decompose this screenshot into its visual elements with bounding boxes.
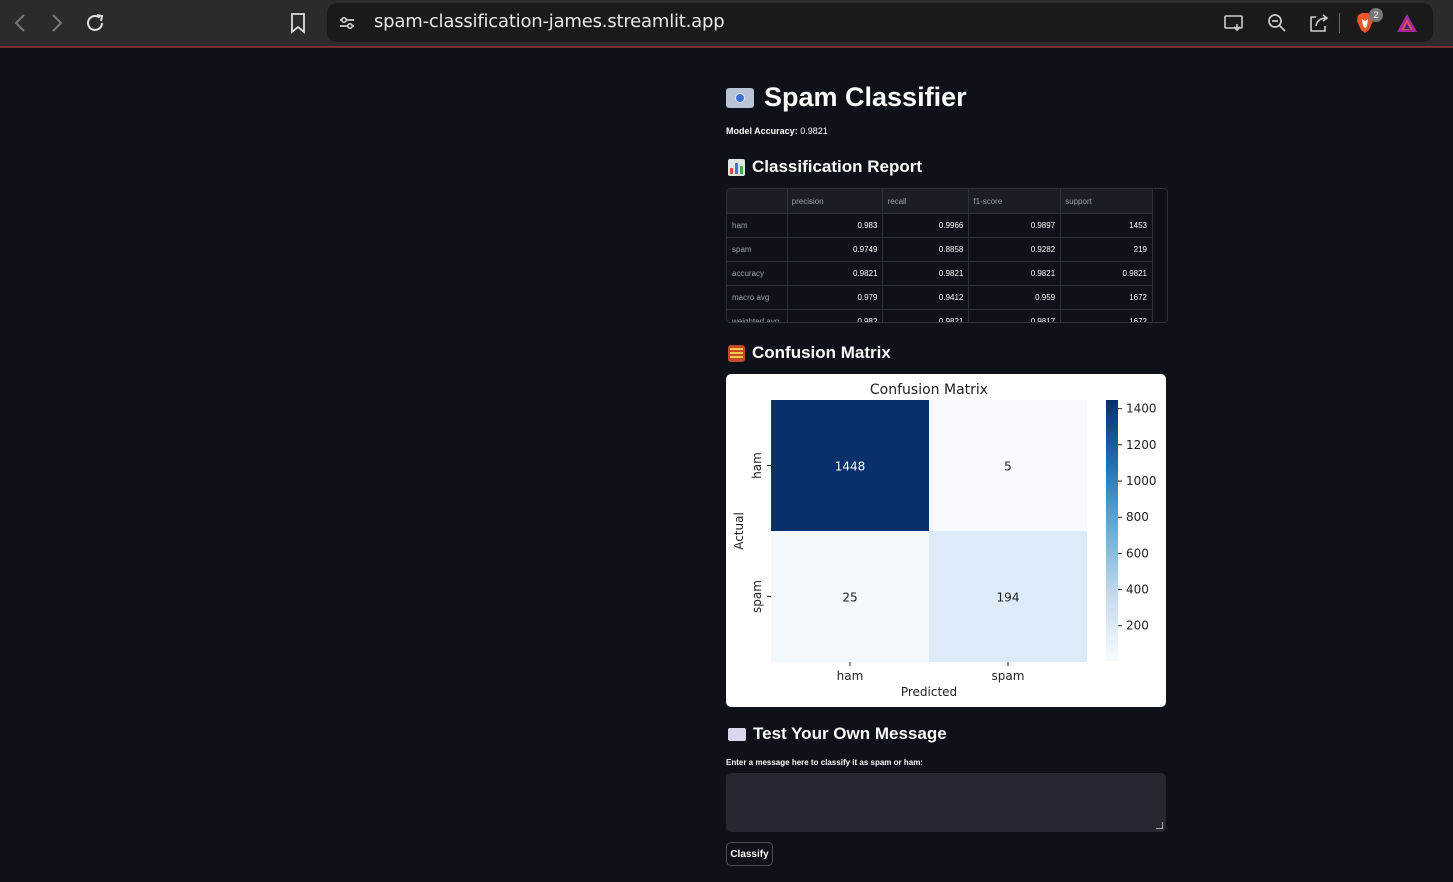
cell-value-label: 25 <box>842 591 857 605</box>
colorbar-tick-label: 1200 <box>1126 438 1157 452</box>
column-header-index[interactable] <box>727 189 788 214</box>
colorbar-tick-label: 1000 <box>1126 474 1157 488</box>
cell-value-label: 194 <box>997 591 1020 605</box>
extension-count-badge: 2 <box>1369 8 1383 22</box>
back-icon[interactable] <box>6 9 34 37</box>
table-cell[interactable]: 0.982 <box>787 309 884 322</box>
brave-rewards-icon[interactable] <box>1393 9 1421 37</box>
table-row: spam 0.9749 0.8858 0.9282 219 <box>727 237 1153 262</box>
share-icon[interactable] <box>1305 9 1333 37</box>
table-cell[interactable]: 1672 <box>1060 309 1153 322</box>
abacus-icon <box>728 344 745 362</box>
colorbar-tick-label: 800 <box>1126 510 1149 524</box>
table-cell[interactable]: 1672 <box>1060 285 1153 310</box>
table-row: weighted avg 0.982 0.9821 0.9817 1672 <box>727 309 1153 322</box>
confusion-matrix-chart: Confusion Matrix 1448 5 25 194 200 400 600 800… <box>726 374 1166 707</box>
zoom-out-icon[interactable] <box>1263 9 1291 37</box>
resize-handle[interactable] <box>1156 822 1163 829</box>
cast-icon[interactable] <box>1220 9 1248 37</box>
accuracy-label: Model Accuracy: <box>726 126 798 136</box>
message-textarea[interactable] <box>726 773 1166 832</box>
accuracy-value: 0.9821 <box>800 126 828 136</box>
envelope-icon <box>728 727 746 741</box>
toolbar-divider <box>1339 13 1340 33</box>
column-header-support[interactable]: support <box>1060 189 1153 214</box>
table-cell[interactable]: 0.983 <box>787 213 884 238</box>
confusion-matrix-heading: Confusion Matrix <box>728 343 891 363</box>
cell-value-label: 5 <box>1004 460 1012 474</box>
row-label[interactable]: weighted avg <box>727 309 788 322</box>
row-label[interactable]: macro avg <box>727 285 788 310</box>
reload-icon[interactable] <box>81 9 109 37</box>
model-accuracy: Model Accuracy: 0.9821 <box>726 126 828 136</box>
table-cell[interactable]: 0.979 <box>787 285 884 310</box>
url-text[interactable]: spam-classification-james.streamlit.app <box>374 11 725 32</box>
table-cell[interactable]: 0.959 <box>968 285 1062 310</box>
y-tick-label: ham <box>750 452 764 479</box>
y-axis-label: Actual <box>732 512 746 550</box>
browser-toolbar: spam-classification-james.streamlit.app … <box>0 0 1453 48</box>
table-cell[interactable]: 0.9749 <box>787 237 884 262</box>
table-cell[interactable]: 0.9821 <box>882 261 970 286</box>
colorbar-tick-label: 400 <box>1126 583 1149 597</box>
page-title-text: Spam Classifier <box>764 82 967 112</box>
row-label[interactable]: accuracy <box>727 261 788 286</box>
table-cell[interactable]: 1453 <box>1060 213 1153 238</box>
colorbar-tick-label: 200 <box>1126 619 1149 633</box>
forward-icon[interactable] <box>43 9 71 37</box>
table-cell[interactable]: 0.9412 <box>882 285 970 310</box>
table-row: ham 0.983 0.9966 0.9897 1453 <box>727 213 1153 238</box>
test-message-heading: Test Your Own Message <box>728 724 947 744</box>
colorbar-tick-label: 600 <box>1126 546 1149 560</box>
classification-report-heading: Classification Report <box>728 157 922 177</box>
table-cell[interactable]: 0.9821 <box>968 261 1062 286</box>
table-cell[interactable]: 0.9897 <box>968 213 1062 238</box>
message-input-label: Enter a message here to classify it as s… <box>726 758 923 767</box>
row-label[interactable]: spam <box>727 237 788 262</box>
table-cell[interactable]: 0.9821 <box>882 309 970 322</box>
table-cell[interactable]: 219 <box>1060 237 1153 262</box>
table-cell[interactable]: 0.9821 <box>787 261 884 286</box>
table-row: macro avg 0.979 0.9412 0.959 1672 <box>727 285 1153 310</box>
test-message-heading-text: Test Your Own Message <box>753 724 947 743</box>
x-tick-label: spam <box>992 669 1025 683</box>
cell-value-label: 1448 <box>835 460 866 474</box>
table-cell[interactable]: 0.9282 <box>968 237 1062 262</box>
confusion-matrix-heading-text: Confusion Matrix <box>752 343 891 362</box>
table-cell[interactable]: 0.9817 <box>968 309 1062 322</box>
page-title: Spam Classifier <box>726 82 967 113</box>
classification-report-table[interactable]: precision recall f1-score support ham 0.… <box>726 188 1168 323</box>
table-header-row: precision recall f1-score support <box>727 189 1153 214</box>
column-header-f1-score[interactable]: f1-score <box>968 189 1062 214</box>
column-header-recall[interactable]: recall <box>882 189 970 214</box>
y-tick-label: spam <box>750 580 764 613</box>
site-settings-icon[interactable] <box>333 9 361 37</box>
cd-icon <box>726 87 754 108</box>
x-axis-label: Predicted <box>901 685 957 699</box>
table-cell[interactable]: 0.8858 <box>882 237 970 262</box>
confusion-matrix-svg: Confusion Matrix 1448 5 25 194 200 400 600 800… <box>732 382 1157 699</box>
chart-title: Confusion Matrix <box>870 382 988 398</box>
table-cell[interactable]: 0.9821 <box>1060 261 1153 286</box>
colorbar-tick-label: 1400 <box>1126 402 1157 416</box>
table-row: accuracy 0.9821 0.9821 0.9821 0.9821 <box>727 261 1153 286</box>
bar-chart-icon <box>728 158 745 176</box>
classify-button[interactable]: Classify <box>726 842 773 866</box>
table-cell[interactable]: 0.9966 <box>882 213 970 238</box>
bookmark-icon[interactable] <box>284 9 312 37</box>
x-tick-label: ham <box>837 669 864 683</box>
classification-report-heading-text: Classification Report <box>752 157 923 176</box>
column-header-precision[interactable]: precision <box>787 189 884 214</box>
row-label[interactable]: ham <box>727 213 788 238</box>
colorbar <box>1106 400 1118 661</box>
